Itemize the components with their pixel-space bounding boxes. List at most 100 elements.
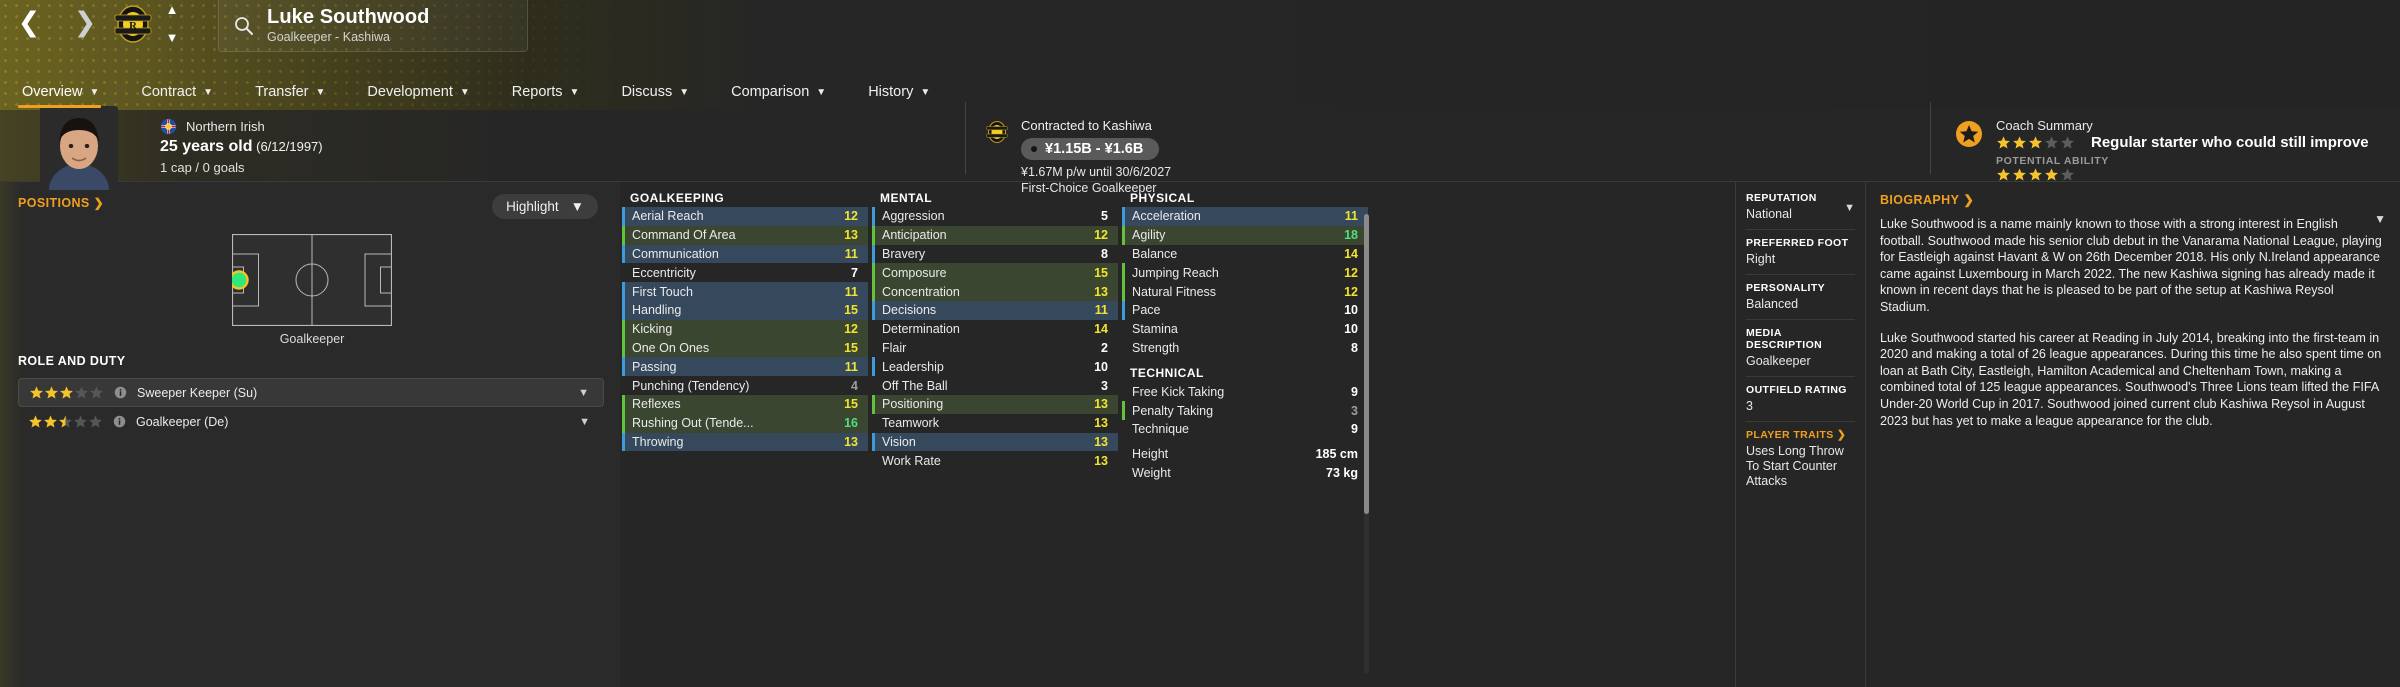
attribute-row[interactable]: Flair 2 [872, 339, 1118, 358]
role-name: Goalkeeper (De) [136, 414, 229, 429]
attribute-row[interactable]: Reflexes 15 [622, 394, 868, 414]
contracted-to-label: Contracted to Kashiwa [1021, 118, 1152, 133]
chevron-down-icon: ▼ [920, 86, 931, 98]
reputation-block: REPUTATION ▼ National [1746, 192, 1855, 230]
tab-history[interactable]: History ▼ [860, 78, 946, 110]
chevron-left-icon[interactable]: ❮ [12, 2, 46, 42]
attribute-row[interactable]: Concentration 13 [872, 282, 1118, 301]
attribute-row[interactable]: Vision 13 [872, 432, 1118, 452]
tab-discuss[interactable]: Discuss ▼ [613, 78, 705, 110]
attribute-row[interactable]: Jumping Reach 12 [1122, 263, 1368, 282]
chevron-right-icon[interactable]: ❯ [68, 2, 102, 42]
attribute-row[interactable]: Decisions 11 [872, 300, 1118, 320]
role-and-duty-header: ROLE AND DUTY [18, 354, 126, 368]
technical-header: TECHNICAL [1130, 365, 1204, 380]
transfer-value-badge[interactable]: ¥1.15B - ¥1.6B [1021, 138, 1160, 160]
chevron-down-icon[interactable]: ▼ [578, 387, 589, 399]
nationality-label: Northern Irish [186, 119, 265, 134]
attribute-row[interactable]: Free Kick Taking 9 [1122, 382, 1368, 401]
attribute-row[interactable]: Rushing Out (Tende... 16 [622, 413, 868, 433]
coach-verdict: Regular starter who could still improve [2091, 134, 2369, 151]
player-stepper[interactable]: ▲ ▼ [162, 3, 182, 44]
attribute-row[interactable]: Pace 10 [1122, 300, 1368, 320]
attribute-row[interactable]: Off The Ball 3 [872, 376, 1118, 395]
biography-panel: BIOGRAPHY ❯ ▼ Luke Southwood is a name m… [1865, 182, 2400, 687]
attribute-row[interactable]: Determination 14 [872, 320, 1118, 339]
media-description-value: Goalkeeper [1746, 354, 1811, 368]
attributes-scrollbar[interactable] [1364, 214, 1369, 674]
info-icon[interactable] [113, 415, 126, 428]
squad-status: First-Choice Goalkeeper [1021, 181, 1157, 195]
attribute-row[interactable]: Throwing 13 [622, 432, 868, 452]
attribute-row[interactable]: Aerial Reach 12 [622, 207, 868, 226]
coach-summary-title: Coach Summary [1996, 118, 2093, 133]
personality-label: PERSONALITY [1746, 282, 1826, 294]
goalkeeping-header: GOALKEEPING [630, 190, 725, 205]
pitch-diagram[interactable] [229, 233, 393, 327]
player-traits-block[interactable]: PLAYER TRAITS ❯ Uses Long Throw To Start… [1746, 429, 1855, 496]
attribute-row[interactable]: Passing 11 [622, 357, 868, 377]
attribute-row[interactable]: Leadership 10 [872, 357, 1118, 376]
highlight-dropdown[interactable]: Highlight ▼ [492, 194, 598, 219]
coach-star-icon [1956, 121, 1982, 147]
attribute-row[interactable]: Bravery 8 [872, 244, 1118, 264]
preferred-foot-value: Right [1746, 252, 1776, 266]
age-line: 25 years old (6/12/1997) [160, 138, 323, 156]
attribute-row[interactable]: Composure 15 [872, 263, 1118, 283]
wage-and-expiry: ¥1.67M p/w until 30/6/2027 [1021, 165, 1172, 179]
attribute-row[interactable]: Agility 18 [1122, 225, 1368, 245]
tab-transfer[interactable]: Transfer ▼ [247, 78, 341, 110]
tab-comparison[interactable]: Comparison ▼ [723, 78, 842, 110]
attribute-row[interactable]: Handling 15 [622, 300, 868, 320]
attribute-row[interactable]: Kicking 12 [622, 319, 868, 339]
attribute-row[interactable]: Command Of Area 13 [622, 225, 868, 245]
attribute-row[interactable]: Work Rate 13 [872, 451, 1118, 470]
attribute-row[interactable]: Balance 14 [1122, 245, 1368, 264]
outfield-rating-value: 3 [1746, 399, 1753, 413]
tab-reports[interactable]: Reports ▼ [504, 78, 596, 110]
date-of-birth: (6/12/1997) [256, 139, 323, 154]
tab-development[interactable]: Development ▼ [359, 78, 485, 110]
chevron-down-icon[interactable]: ▼ [1844, 202, 1855, 214]
attribute-row[interactable]: First Touch 11 [622, 282, 868, 301]
biography-header[interactable]: BIOGRAPHY ❯ [1880, 192, 2384, 208]
attribute-row[interactable]: Natural Fitness 12 [1122, 282, 1368, 301]
attribute-row[interactable]: Teamwork 13 [872, 414, 1118, 433]
chevron-down-icon: ▼ [570, 199, 584, 214]
chevron-down-icon[interactable]: ▼ [166, 31, 179, 44]
attribute-row[interactable]: Punching (Tendency) 4 [622, 376, 868, 395]
age-value: 25 years old [160, 138, 253, 155]
attribute-row[interactable]: Acceleration 11 [1122, 207, 1368, 226]
northern-ireland-flag-icon [160, 118, 177, 135]
attribute-row[interactable]: Positioning 13 [872, 394, 1118, 414]
chevron-up-icon[interactable]: ▲ [166, 3, 179, 16]
attribute-row[interactable]: Communication 11 [622, 244, 868, 264]
nationality-line: Northern Irish [160, 118, 323, 135]
role-row-goalkeeper[interactable]: Goalkeeper (De) ▼ [18, 407, 604, 436]
role-row-sweeper-keeper[interactable]: Sweeper Keeper (Su) ▼ [18, 378, 604, 407]
info-icon[interactable] [114, 386, 127, 399]
attribute-row[interactable]: One On Ones 15 [622, 338, 868, 358]
attribute-row[interactable]: Anticipation 12 [872, 225, 1118, 245]
kashiwa-reysol-badge-icon[interactable]: R [112, 3, 154, 45]
positions-header[interactable]: POSITIONS ❯ [18, 196, 104, 210]
attribute-row[interactable]: Stamina 10 [1122, 320, 1368, 339]
media-description-label: MEDIA DESCRIPTION [1746, 327, 1823, 351]
outfield-rating-label: OUTFIELD RATING [1746, 384, 1847, 396]
tab-overview[interactable]: Overview ▼ [14, 78, 115, 110]
player-search-chip[interactable]: Luke Southwood Goalkeeper - Kashiwa [218, 0, 528, 52]
chevron-down-icon[interactable]: ▼ [2374, 212, 2386, 226]
role-rating-stars [29, 385, 104, 400]
chevron-down-icon[interactable]: ▼ [579, 416, 590, 428]
attribute-row[interactable]: Strength 8 [1122, 339, 1368, 358]
mental-column: MENTAL Aggression 5 Anticipation 12 Braver… [870, 188, 1120, 687]
contract-block: Contracted to Kashiwa ¥1.15B - ¥1.6B ¥1.… [985, 118, 1171, 195]
attribute-row[interactable]: Penalty Taking 3 [1122, 401, 1368, 420]
kashiwa-reysol-badge-icon [986, 121, 1008, 143]
attribute-row[interactable]: Technique 9 [1122, 420, 1368, 439]
attribute-row[interactable]: Aggression 5 [872, 207, 1118, 226]
coach-summary-block: Coach Summary Regular starter who could … [1955, 118, 2369, 182]
weight-row: Weight 73 kg [1132, 465, 1358, 480]
tab-contract[interactable]: Contract ▼ [133, 78, 229, 110]
attribute-row[interactable]: Eccentricity 7 [622, 263, 868, 282]
